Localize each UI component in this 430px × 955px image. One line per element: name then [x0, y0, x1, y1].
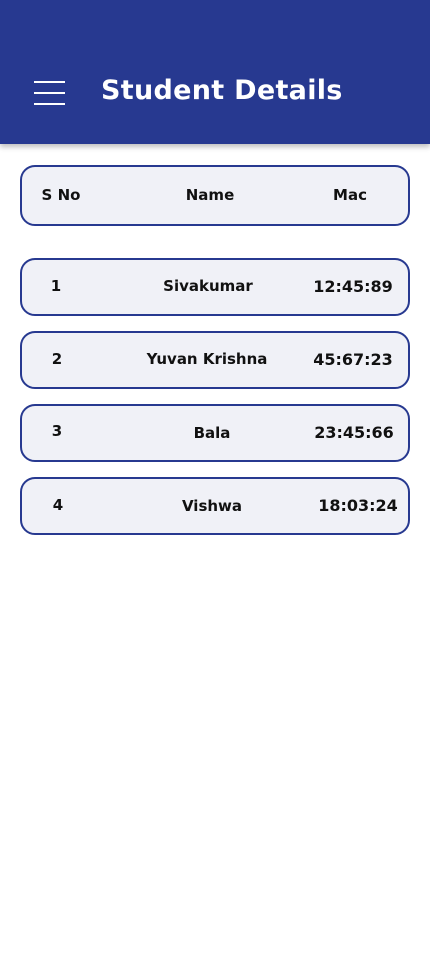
table-row[interactable]: 1 Sivakumar 12:45:89: [20, 258, 410, 316]
header-mac: Mac: [333, 186, 367, 204]
row-name: Bala: [193, 424, 231, 442]
table-row[interactable]: 4 Vishwa 18:03:24: [20, 477, 410, 535]
menu-line: [34, 81, 65, 83]
hamburger-menu-icon[interactable]: [34, 80, 65, 106]
row-sno: 1: [50, 277, 62, 295]
app-bar: Student Details: [0, 0, 430, 144]
menu-line: [34, 103, 65, 105]
row-name: Sivakumar: [163, 277, 253, 295]
header-name: Name: [185, 186, 235, 204]
header-sno: S No: [41, 186, 81, 204]
row-sno: 2: [51, 350, 63, 368]
row-name: Yuvan Krishna: [146, 350, 268, 368]
row-name: Vishwa: [181, 497, 243, 515]
row-mac: 23:45:66: [314, 423, 394, 442]
row-sno: 3: [51, 422, 63, 440]
table-header: S No Name Mac: [20, 165, 410, 226]
page-title: Student Details: [101, 75, 343, 106]
row-mac: 18:03:24: [318, 496, 398, 515]
row-mac: 12:45:89: [313, 277, 393, 296]
row-sno: 4: [52, 496, 64, 514]
table-row[interactable]: 3 Bala 23:45:66: [20, 404, 410, 462]
row-mac: 45:67:23: [313, 350, 393, 369]
menu-line: [34, 92, 65, 94]
table-row[interactable]: 2 Yuvan Krishna 45:67:23: [20, 331, 410, 389]
